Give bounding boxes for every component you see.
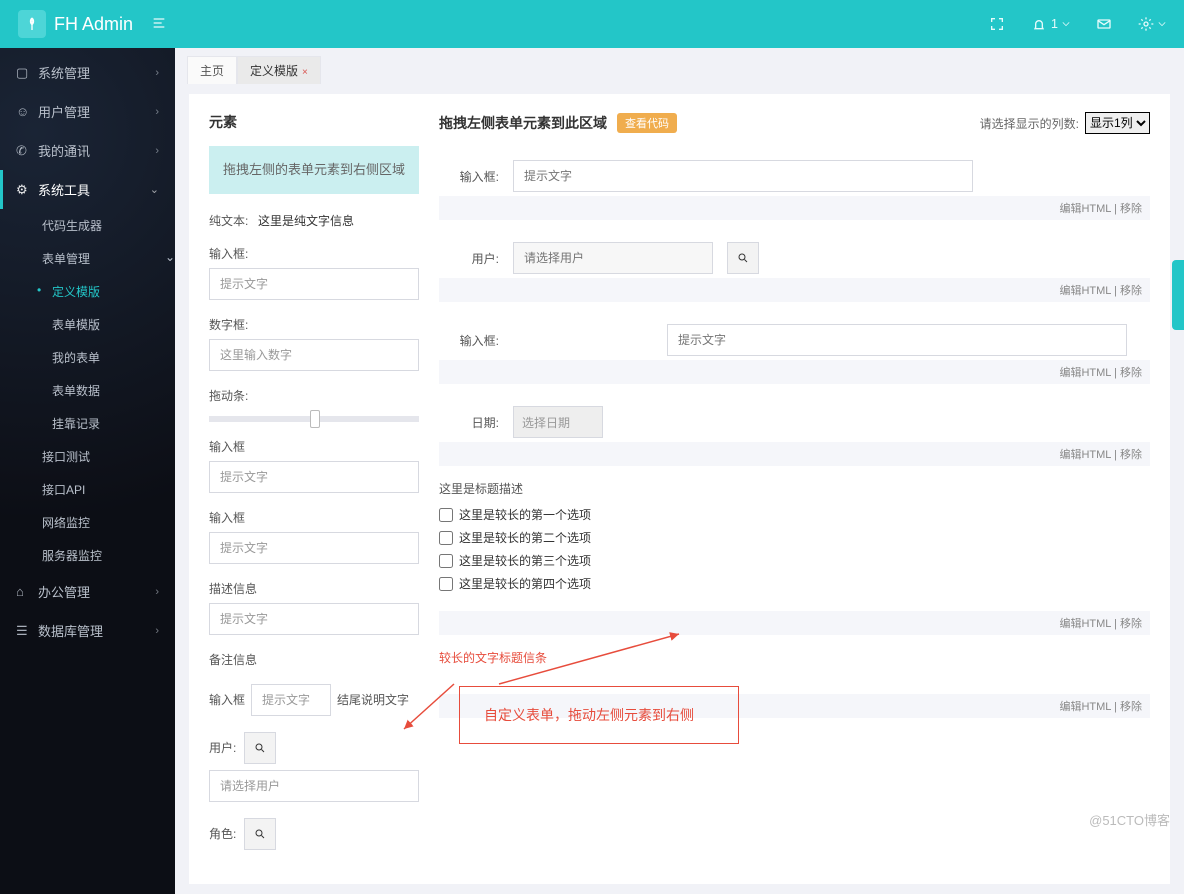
palette-desc-field[interactable] (209, 603, 419, 635)
palette-inline-input[interactable]: 输入框 结尾说明文字 (209, 684, 419, 716)
canvas-user-input[interactable] (513, 242, 713, 274)
nav-net-monitor[interactable]: 网络监控 (32, 506, 175, 539)
canvas-input2[interactable] (667, 324, 1127, 356)
palette-heading: 元素 (209, 112, 419, 132)
nav-my-form[interactable]: 我的表单 (42, 341, 175, 374)
notification-icon[interactable]: 1 (1031, 16, 1070, 32)
columns-hint: 请选择显示的列数: (980, 115, 1079, 132)
checkbox-group-title: 这里是标题描述 (439, 480, 1150, 497)
canvas-date-input[interactable]: 选择日期 (513, 406, 603, 438)
tab-home[interactable]: 主页 (187, 56, 237, 84)
palette-role[interactable]: 角色: (209, 818, 419, 850)
edit-html-link[interactable]: 编辑HTML (1059, 367, 1111, 379)
canvas-input1[interactable] (513, 160, 973, 192)
palette-input1-field[interactable] (209, 268, 419, 300)
view-code-button[interactable]: 查看代码 (617, 113, 677, 133)
palette-inline-field[interactable] (251, 684, 331, 716)
nav-server-monitor[interactable]: 服务器监控 (32, 539, 175, 572)
remove-link[interactable]: 移除 (1120, 285, 1142, 297)
edit-html-link[interactable]: 编辑HTML (1059, 449, 1111, 461)
menu-toggle-icon[interactable] (151, 15, 167, 34)
remove-link[interactable]: 移除 (1120, 618, 1142, 630)
search-icon[interactable] (727, 242, 759, 274)
edit-html-link[interactable]: 编辑HTML (1059, 285, 1111, 297)
checkbox-option[interactable]: 这里是较长的第一个选项 (439, 503, 1150, 526)
nav-attach-record[interactable]: 挂靠记录 (42, 407, 175, 440)
nav-define-template[interactable]: 定义模版 (42, 275, 175, 308)
right-drawer-handle[interactable] (1172, 260, 1184, 330)
slider-handle[interactable] (310, 410, 320, 428)
canvas-row-input1[interactable]: 输入框: (439, 152, 1150, 196)
columns-select[interactable]: 显示1列 (1085, 112, 1150, 134)
palette-user-field[interactable] (209, 770, 419, 802)
watermark: @51CTO博客 (1089, 810, 1170, 829)
checkbox-option[interactable]: 这里是较长的第三个选项 (439, 549, 1150, 572)
palette-hint: 拖拽左侧的表单元素到右侧区域 (209, 146, 419, 194)
nav-form-data[interactable]: 表单数据 (42, 374, 175, 407)
app-title: FH Admin (54, 14, 133, 35)
nav-office-manage[interactable]: ⌂办公管理› (0, 572, 175, 611)
remove-link[interactable]: 移除 (1120, 203, 1142, 215)
fullscreen-icon[interactable] (989, 16, 1005, 32)
element-palette: 元素 拖拽左侧的表单元素到右侧区域 纯文本: 这里是纯文字信息 输入框: 数字框… (209, 112, 419, 866)
remove-link[interactable]: 移除 (1120, 367, 1142, 379)
canvas-row-user[interactable]: 用户: (439, 234, 1150, 278)
app-logo-icon (18, 10, 46, 38)
nav-form-template[interactable]: 表单模版 (42, 308, 175, 341)
canvas-row-input2[interactable]: 输入框: (439, 316, 1150, 360)
palette-input1[interactable]: 输入框: (209, 245, 419, 300)
palette-user[interactable]: 用户: (209, 732, 419, 802)
nav-form-manage[interactable]: 表单管理⌄ (32, 242, 175, 275)
settings-icon[interactable] (1138, 16, 1166, 32)
nav-my-contacts[interactable]: ✆我的通讯› (0, 131, 175, 170)
nav-db-manage[interactable]: ☰数据库管理› (0, 611, 175, 650)
form-canvas: 拖拽左侧表单元素到此区域 查看代码 请选择显示的列数: 显示1列 输入框: 编辑… (439, 112, 1150, 866)
palette-input3-field[interactable] (209, 532, 419, 564)
palette-description[interactable]: 描述信息 (209, 580, 419, 635)
nav-system-tools[interactable]: ⚙系统工具⌄ (0, 170, 175, 209)
search-icon[interactable] (244, 818, 276, 850)
palette-input3[interactable]: 输入框 (209, 509, 419, 564)
palette-number[interactable]: 数字框: (209, 316, 419, 371)
topbar-actions: 1 (989, 16, 1166, 32)
canvas-row-date[interactable]: 日期: 选择日期 (439, 398, 1150, 442)
close-icon[interactable]: × (302, 67, 308, 78)
palette-plaintext[interactable]: 纯文本: 这里是纯文字信息 (209, 212, 419, 229)
canvas-row-checkboxes[interactable]: 这里是标题描述 这里是较长的第一个选项 这里是较长的第二个选项 这里是较长的第三… (439, 480, 1150, 595)
nav-api[interactable]: 接口API (32, 473, 175, 506)
palette-number-field[interactable] (209, 339, 419, 371)
nav-user-manage[interactable]: ☺用户管理› (0, 92, 175, 131)
page-tabs: 主页 定义模版× (175, 48, 1184, 84)
main-panel: 主页 定义模版× 元素 拖拽左侧的表单元素到右侧区域 纯文本: 这里是纯文字信息… (175, 48, 1184, 894)
palette-slider[interactable]: 拖动条: (209, 387, 419, 422)
nav-system-manage[interactable]: ▢系统管理› (0, 53, 175, 92)
nav-api-test[interactable]: 接口测试 (32, 440, 175, 473)
sidebar: ▢系统管理› ☺用户管理› ✆我的通讯› ⚙系统工具⌄ 代码生成器 表单管理⌄ … (0, 48, 175, 894)
mail-icon[interactable] (1096, 16, 1112, 32)
palette-note[interactable]: 备注信息 (209, 651, 419, 668)
topbar: FH Admin 1 (0, 0, 1184, 48)
palette-input2[interactable]: 输入框 (209, 438, 419, 493)
edit-html-link[interactable]: 编辑HTML (1059, 203, 1111, 215)
remove-link[interactable]: 移除 (1120, 449, 1142, 461)
tab-define-template[interactable]: 定义模版× (237, 56, 321, 84)
checkbox-option[interactable]: 这里是较长的第四个选项 (439, 572, 1150, 595)
canvas-heading: 拖拽左侧表单元素到此区域 (439, 113, 607, 133)
search-icon[interactable] (244, 732, 276, 764)
edit-html-link[interactable]: 编辑HTML (1059, 618, 1111, 630)
nav-code-gen[interactable]: 代码生成器 (32, 209, 175, 242)
annotation-box: 自定义表单，拖动左侧元素到右侧 (459, 686, 739, 744)
palette-input2-field[interactable] (209, 461, 419, 493)
slider-track[interactable] (209, 416, 419, 422)
checkbox-option[interactable]: 这里是较长的第二个选项 (439, 526, 1150, 549)
